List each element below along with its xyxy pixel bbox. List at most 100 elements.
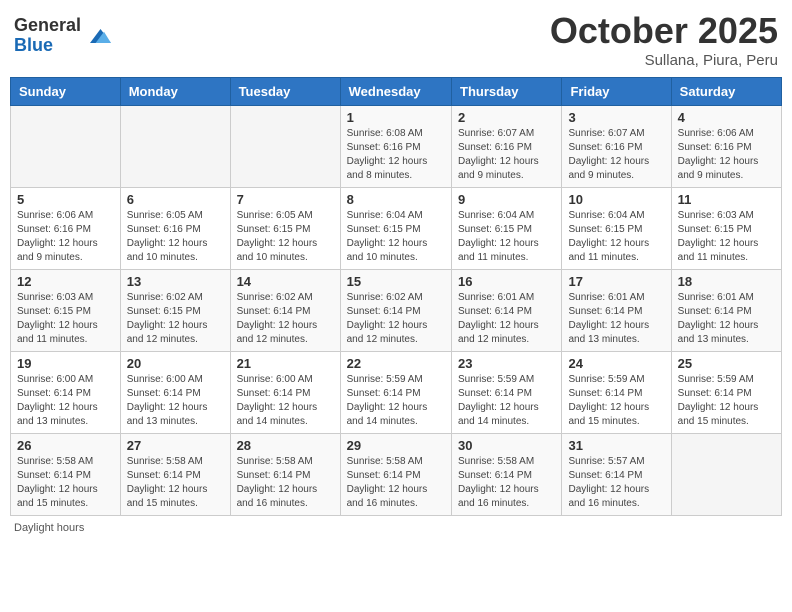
- calendar-cell: 25Sunrise: 5:59 AM Sunset: 6:14 PM Dayli…: [671, 352, 781, 434]
- month-title: October 2025: [550, 10, 778, 52]
- day-info: Sunrise: 6:02 AM Sunset: 6:14 PM Dayligh…: [347, 291, 445, 347]
- weekday-header-wednesday: Wednesday: [340, 78, 451, 106]
- day-info: Sunrise: 5:58 AM Sunset: 6:14 PM Dayligh…: [17, 455, 114, 511]
- weekday-header-friday: Friday: [562, 78, 671, 106]
- day-number: 28: [237, 438, 334, 453]
- day-number: 16: [458, 274, 555, 289]
- day-info: Sunrise: 6:00 AM Sunset: 6:14 PM Dayligh…: [237, 373, 334, 429]
- day-number: 29: [347, 438, 445, 453]
- day-number: 5: [17, 192, 114, 207]
- day-info: Sunrise: 5:58 AM Sunset: 6:14 PM Dayligh…: [458, 455, 555, 511]
- day-info: Sunrise: 6:00 AM Sunset: 6:14 PM Dayligh…: [127, 373, 224, 429]
- calendar-cell: 27 Sunrise: 5:58 AM Sunset: 6:14 PM Dayli…: [120, 434, 230, 516]
- calendar-cell: 3Sunrise: 6:07 AM Sunset: 6:16 PM Daylig…: [562, 106, 671, 188]
- day-number: 4: [678, 110, 775, 125]
- weekday-header-sunday: Sunday: [11, 78, 121, 106]
- day-number: 12: [17, 274, 114, 289]
- day-number: 26: [17, 438, 114, 453]
- calendar-cell: 30 Sunrise: 5:58 AM Sunset: 6:14 PM Dayli…: [452, 434, 562, 516]
- weekday-header-saturday: Saturday: [671, 78, 781, 106]
- day-number: 2: [458, 110, 555, 125]
- calendar-cell: 17 Sunrise: 6:01 AM Sunset: 6:14 PM Dayli…: [562, 270, 671, 352]
- day-number: 15: [347, 274, 445, 289]
- day-info: Sunrise: 5:58 AM Sunset: 6:14 PM Dayligh…: [347, 455, 445, 511]
- calendar-cell: 7 Sunrise: 6:05 AM Sunset: 6:15 PM Daylig…: [230, 188, 340, 270]
- day-number: 19: [17, 356, 114, 371]
- calendar-week-row: 5Sunrise: 6:06 AM Sunset: 6:16 PM Daylig…: [11, 188, 782, 270]
- day-info: Sunrise: 6:06 AM Sunset: 6:16 PM Dayligh…: [678, 127, 775, 183]
- calendar-cell: 31Sunrise: 5:57 AM Sunset: 6:14 PM Dayli…: [562, 434, 671, 516]
- day-info: Sunrise: 6:01 AM Sunset: 6:14 PM Dayligh…: [458, 291, 555, 347]
- day-number: 3: [568, 110, 664, 125]
- day-number: 10: [568, 192, 664, 207]
- calendar-cell: 22Sunrise: 5:59 AM Sunset: 6:14 PM Dayli…: [340, 352, 451, 434]
- day-info: Sunrise: 6:08 AM Sunset: 6:16 PM Dayligh…: [347, 127, 445, 183]
- calendar-cell: 8Sunrise: 6:04 AM Sunset: 6:15 PM Daylig…: [340, 188, 451, 270]
- calendar-cell: [230, 106, 340, 188]
- day-number: 11: [678, 192, 775, 207]
- calendar-cell: 26 Sunrise: 5:58 AM Sunset: 6:14 PM Dayli…: [11, 434, 121, 516]
- calendar-cell: 12 Sunrise: 6:03 AM Sunset: 6:15 PM Dayli…: [11, 270, 121, 352]
- day-info: Sunrise: 6:02 AM Sunset: 6:15 PM Dayligh…: [127, 291, 224, 347]
- calendar-cell: [11, 106, 121, 188]
- day-number: 21: [237, 356, 334, 371]
- calendar-week-row: 19 Sunrise: 6:00 AM Sunset: 6:14 PM Dayli…: [11, 352, 782, 434]
- calendar-cell: 1 Sunrise: 6:08 AM Sunset: 6:16 PM Daylig…: [340, 106, 451, 188]
- day-info: Sunrise: 6:01 AM Sunset: 6:14 PM Dayligh…: [678, 291, 775, 347]
- weekday-header-row: SundayMondayTuesdayWednesdayThursdayFrid…: [11, 78, 782, 106]
- day-number: 27: [127, 438, 224, 453]
- day-info: Sunrise: 6:07 AM Sunset: 6:16 PM Dayligh…: [458, 127, 555, 183]
- calendar-week-row: 12 Sunrise: 6:03 AM Sunset: 6:15 PM Dayli…: [11, 270, 782, 352]
- calendar-cell: [120, 106, 230, 188]
- day-number: 30: [458, 438, 555, 453]
- day-number: 24: [568, 356, 664, 371]
- calendar-cell: 5Sunrise: 6:06 AM Sunset: 6:16 PM Daylig…: [11, 188, 121, 270]
- day-info: Sunrise: 6:05 AM Sunset: 6:15 PM Dayligh…: [237, 209, 334, 265]
- calendar-cell: 19 Sunrise: 6:00 AM Sunset: 6:14 PM Dayli…: [11, 352, 121, 434]
- day-info: Sunrise: 6:03 AM Sunset: 6:15 PM Dayligh…: [17, 291, 114, 347]
- location-subtitle: Sullana, Piura, Peru: [550, 52, 778, 69]
- day-info: Sunrise: 5:58 AM Sunset: 6:14 PM Dayligh…: [127, 455, 224, 511]
- day-info: Sunrise: 6:04 AM Sunset: 6:15 PM Dayligh…: [458, 209, 555, 265]
- calendar-cell: 21 Sunrise: 6:00 AM Sunset: 6:14 PM Dayli…: [230, 352, 340, 434]
- weekday-header-monday: Monday: [120, 78, 230, 106]
- day-number: 17: [568, 274, 664, 289]
- day-number: 20: [127, 356, 224, 371]
- day-number: 14: [237, 274, 334, 289]
- calendar-table: SundayMondayTuesdayWednesdayThursdayFrid…: [10, 77, 782, 516]
- day-info: Sunrise: 6:00 AM Sunset: 6:14 PM Dayligh…: [17, 373, 114, 429]
- calendar-cell: 9Sunrise: 6:04 AM Sunset: 6:15 PM Daylig…: [452, 188, 562, 270]
- day-info: Sunrise: 6:03 AM Sunset: 6:15 PM Dayligh…: [678, 209, 775, 265]
- day-number: 23: [458, 356, 555, 371]
- calendar-cell: 18 Sunrise: 6:01 AM Sunset: 6:14 PM Dayli…: [671, 270, 781, 352]
- weekday-header-thursday: Thursday: [452, 78, 562, 106]
- logo-general: General: [14, 16, 81, 36]
- calendar-cell: 11 Sunrise: 6:03 AM Sunset: 6:15 PM Dayli…: [671, 188, 781, 270]
- day-number: 7: [237, 192, 334, 207]
- calendar-cell: 24 Sunrise: 5:59 AM Sunset: 6:14 PM Dayli…: [562, 352, 671, 434]
- day-number: 6: [127, 192, 224, 207]
- calendar-cell: 2 Sunrise: 6:07 AM Sunset: 6:16 PM Daylig…: [452, 106, 562, 188]
- calendar-cell: 14 Sunrise: 6:02 AM Sunset: 6:14 PM Dayli…: [230, 270, 340, 352]
- calendar-cell: [671, 434, 781, 516]
- day-number: 13: [127, 274, 224, 289]
- calendar-cell: 28 Sunrise: 5:58 AM Sunset: 6:14 PM Dayli…: [230, 434, 340, 516]
- day-info: Sunrise: 5:59 AM Sunset: 6:14 PM Dayligh…: [568, 373, 664, 429]
- title-block: October 2025 Sullana, Piura, Peru: [550, 10, 778, 69]
- day-info: Sunrise: 6:02 AM Sunset: 6:14 PM Dayligh…: [237, 291, 334, 347]
- weekday-header-tuesday: Tuesday: [230, 78, 340, 106]
- footer-note: Daylight hours: [10, 522, 782, 534]
- day-info: Sunrise: 5:58 AM Sunset: 6:14 PM Dayligh…: [237, 455, 334, 511]
- day-number: 18: [678, 274, 775, 289]
- logo-icon: [83, 22, 111, 50]
- day-info: Sunrise: 5:59 AM Sunset: 6:14 PM Dayligh…: [678, 373, 775, 429]
- logo: General Blue: [14, 16, 111, 56]
- calendar-cell: 29 Sunrise: 5:58 AM Sunset: 6:14 PM Dayli…: [340, 434, 451, 516]
- calendar-cell: 20 Sunrise: 6:00 AM Sunset: 6:14 PM Dayli…: [120, 352, 230, 434]
- day-info: Sunrise: 6:01 AM Sunset: 6:14 PM Dayligh…: [568, 291, 664, 347]
- day-number: 31: [568, 438, 664, 453]
- day-number: 22: [347, 356, 445, 371]
- day-number: 1: [347, 110, 445, 125]
- day-number: 8: [347, 192, 445, 207]
- day-info: Sunrise: 6:04 AM Sunset: 6:15 PM Dayligh…: [568, 209, 664, 265]
